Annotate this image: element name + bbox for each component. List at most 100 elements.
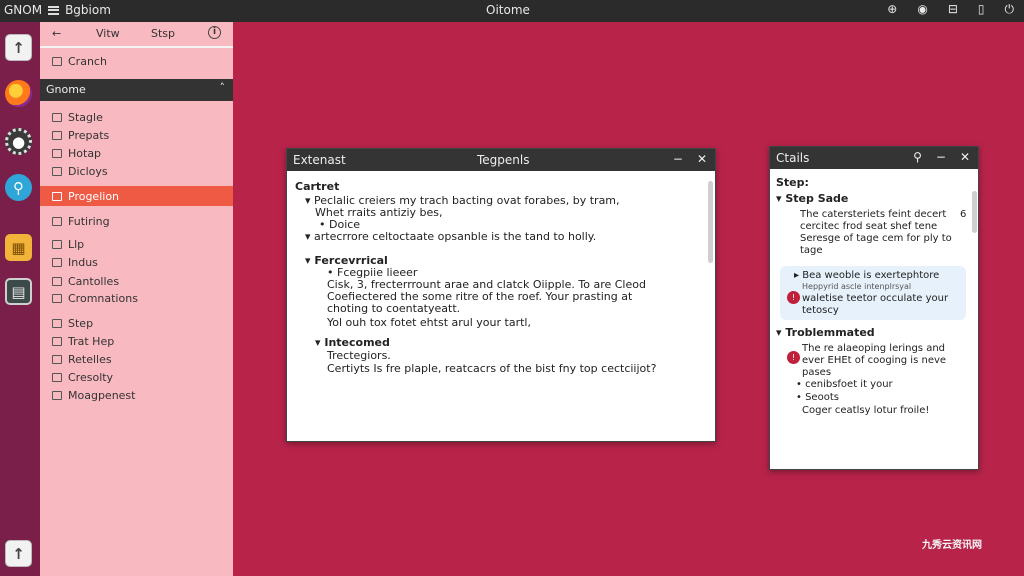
- chevron-up-icon[interactable]: ˄: [220, 81, 226, 94]
- sidebar-item[interactable]: Retelles: [52, 353, 112, 366]
- sidebar-item[interactable]: Trat Hep: [52, 335, 114, 348]
- tab-view[interactable]: Vitw: [96, 27, 120, 40]
- sidebar-item[interactable]: Prepats: [52, 129, 109, 142]
- info-callout: ▸ Bea weoble is exertephtore Heppyrid as…: [780, 266, 966, 320]
- panel-divider: [40, 46, 233, 48]
- sidebar-item-active[interactable]: Progelion: [40, 186, 233, 206]
- text-line: Coger ceatlsy lotur froile!: [802, 405, 930, 416]
- settings-icon[interactable]: ●: [5, 128, 32, 155]
- sidebar-item[interactable]: Step: [52, 317, 93, 330]
- sidebar-item-label: Futiring: [68, 215, 110, 228]
- minimize-icon[interactable]: −: [936, 150, 946, 164]
- folder-icon[interactable]: ▦: [5, 234, 32, 261]
- details-window-titlebar[interactable]: Ctails ⚲ − ✕: [770, 147, 978, 169]
- sidebar-item[interactable]: Hotap: [52, 147, 101, 160]
- sidebar-item-label: Cantolles: [68, 275, 120, 288]
- subheading-step-sade: ▾ Step Sade: [776, 192, 849, 205]
- dock: ↑ ● ⚲ ▦ ▤ ↑: [0, 22, 40, 576]
- sidebar-item-label: Stagle: [68, 111, 103, 124]
- alert-badge-icon: !: [787, 351, 800, 364]
- battery-icon[interactable]: ▯: [978, 2, 985, 17]
- text-line: Heppyrid ascle intenplrsyal: [802, 282, 912, 291]
- text-line: Seresge of tage cem for ply to: [800, 233, 952, 244]
- clock-title[interactable]: Oitome: [486, 3, 530, 17]
- main-window-title-left: Extenast: [293, 153, 346, 167]
- calculator-icon[interactable]: ▤: [5, 278, 32, 305]
- firefox-icon[interactable]: [5, 80, 32, 107]
- power-icon[interactable]: ⏻: [1005, 2, 1015, 17]
- main-window-scrollbar[interactable]: [708, 181, 713, 263]
- sidebar-item[interactable]: Cromnations: [52, 292, 138, 305]
- close-icon[interactable]: ✕: [960, 150, 970, 164]
- section-title: Gnome: [46, 83, 86, 96]
- side-panel: ← Vitw Stsp i Cranch Gnome ˄ Stagle Prep…: [40, 22, 233, 576]
- sidebar-item[interactable]: Stagle: [52, 111, 103, 124]
- text-line: tage: [800, 245, 823, 256]
- sidebar-item[interactable]: Futiring: [52, 215, 110, 228]
- back-tab[interactable]: ←: [52, 27, 61, 40]
- sidebar-item-progelion[interactable]: Progelion: [52, 190, 119, 203]
- sidebar-item-label: Trat Hep: [68, 335, 115, 348]
- sidebar-item[interactable]: Moagpenest: [52, 389, 135, 402]
- sidebar-item-label: Dicloys: [68, 165, 108, 178]
- sidebar-item-label: Step: [68, 317, 94, 330]
- panel-tabs: ← Vitw Stsp i: [40, 22, 233, 46]
- wrench-icon: [52, 192, 62, 201]
- main-window-content: Cartret ▾ Peclalic creiers my trach bact…: [295, 180, 705, 436]
- watermark: 九秀云资讯网: [922, 540, 982, 551]
- file-icon: [52, 217, 62, 226]
- sidebar-item-label: Llp: [68, 238, 85, 251]
- text-line: ▾ artecrrore celtoctaate opsanble is the…: [305, 230, 597, 243]
- sidebar-item[interactable]: Llp: [52, 238, 84, 251]
- edit-icon: [52, 240, 62, 249]
- text-icon: [52, 337, 62, 346]
- heading-cartret: Cartret: [295, 180, 340, 193]
- details-window-scrollbar[interactable]: [972, 191, 977, 233]
- pin-icon[interactable]: ⚲: [913, 150, 922, 164]
- tab-step[interactable]: Stsp: [151, 27, 175, 40]
- app-name[interactable]: GNOM: [4, 3, 42, 17]
- section-header-gnome[interactable]: Gnome ˄: [40, 79, 233, 101]
- sidebar-item-label: Prepats: [68, 129, 110, 142]
- accessibility-icon[interactable]: ⊕: [887, 2, 897, 17]
- bullet-item: • Seoots: [796, 392, 839, 403]
- sidebar-item[interactable]: Cresolty: [52, 371, 113, 384]
- text-line: The re alaeoping lerings and: [802, 343, 946, 354]
- trash-icon[interactable]: ↑: [5, 540, 32, 567]
- text-line: Certiyts Is fre plaple, reatcacrs of the…: [327, 362, 657, 375]
- text-line: pases: [802, 367, 832, 378]
- files-icon[interactable]: ↑: [5, 34, 32, 61]
- edit-icon: [52, 149, 62, 158]
- hamburger-menu-icon[interactable]: [48, 5, 60, 15]
- close-icon[interactable]: ✕: [697, 152, 707, 166]
- record-icon[interactable]: ◉: [917, 2, 927, 17]
- section-troblemmated: ▾ Troblemmated: [776, 326, 875, 339]
- network-icon[interactable]: ⊟: [948, 2, 958, 17]
- file-icon: [52, 131, 62, 140]
- text-line: cercitec frod seat shef tene: [800, 221, 938, 232]
- bullet-item: • cenibsfoet it your: [796, 379, 893, 390]
- sidebar-item-cranch[interactable]: Cranch: [52, 55, 107, 68]
- pen-icon: [52, 391, 62, 400]
- main-window-titlebar[interactable]: Extenast Tegpenls − ✕: [287, 149, 715, 171]
- sidebar-item[interactable]: Dicloys: [52, 165, 108, 178]
- file-icon: [52, 113, 62, 122]
- sidebar-item-label: Retelles: [68, 353, 112, 366]
- alert-badge-icon: !: [787, 291, 800, 304]
- details-window-content-2: ▾ Troblemmated The re alaeoping lerings …: [776, 326, 972, 437]
- text-line: ▸ Bea weoble is exertephtore: [794, 270, 940, 281]
- grid-icon: [52, 277, 62, 286]
- sidebar-item[interactable]: Indus: [52, 256, 98, 269]
- section-step: Step:: [776, 176, 809, 189]
- details-window: Ctails ⚲ − ✕ Step: ▾ Step Sade The cater…: [769, 146, 979, 470]
- info-icon[interactable]: i: [208, 26, 221, 39]
- minimize-icon[interactable]: −: [673, 152, 683, 166]
- text-line: ever EHEt of cooging is neve: [802, 355, 947, 366]
- top-bar: GNOM Bgbiom Oitome ⊕ ◉ ⊟ ▯ ⏻: [0, 0, 1024, 22]
- text-line: tetoscy: [802, 305, 839, 316]
- image-icon: [52, 373, 62, 382]
- app-menu[interactable]: Bgbiom: [65, 3, 111, 17]
- sidebar-item[interactable]: Cantolles: [52, 275, 119, 288]
- tool-icon: [52, 319, 62, 328]
- tool-icon[interactable]: ⚲: [5, 174, 32, 201]
